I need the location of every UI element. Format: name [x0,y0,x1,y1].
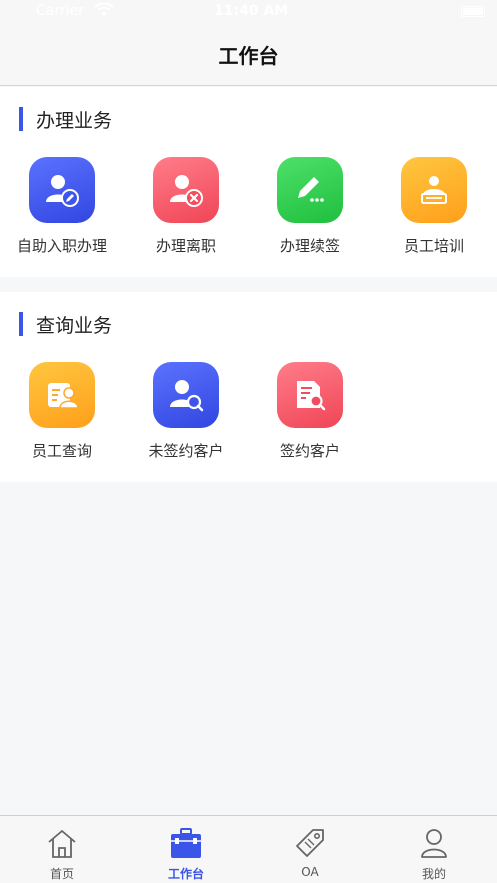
tab-label: OA [301,865,319,879]
wifi-icon [94,3,114,16]
item-label: 办理离职 [155,237,216,255]
person-icon [421,829,447,858]
tab-oa[interactable]: OA [248,816,372,883]
item-self-onboarding[interactable]: 自助入职办理 [0,157,124,256]
tab-workbench[interactable]: 工作台 [124,816,248,883]
navigation-bar: 工作台 [0,24,497,86]
home-icon [48,829,76,858]
training-icon [401,157,467,223]
user-search-icon [153,362,219,428]
tab-bar: 首页 工作台 OA 我的 [0,815,497,883]
item-label: 未签约客户 [148,442,224,460]
document-search-icon [277,362,343,428]
section-accent-bar [19,312,23,336]
section-header: 查询业务 [19,312,113,337]
tab-label: 工作台 [167,867,204,881]
section-title: 办理业务 [36,109,113,132]
carrier-label: Carrier [36,3,84,19]
item-label: 员工查询 [31,442,92,460]
tab-mine[interactable]: 我的 [372,816,496,883]
user-edit-icon [29,157,95,223]
item-label: 员工培训 [403,237,464,255]
briefcase-icon [171,828,201,858]
battery-icon [461,6,485,17]
item-label: 办理续签 [279,237,340,255]
tab-home[interactable]: 首页 [0,816,124,883]
section-header: 办理业务 [19,107,113,132]
status-bar: Carrier 11:40 AM [0,0,497,24]
user-remove-icon [153,157,219,223]
section-accent-bar [19,107,23,131]
item-employee-query[interactable]: 员工查询 [0,362,124,461]
pencil-icon [277,157,343,223]
page-title: 工作台 [218,44,279,68]
item-resignation[interactable]: 办理离职 [124,157,248,256]
tab-label: 首页 [49,867,74,881]
section-handle-business: 办理业务 自助入职办理 办理离职 办理续签 员工培训 [0,87,497,277]
item-signed-customers[interactable]: 签约客户 [248,362,372,461]
clock: 11:40 AM [214,3,289,19]
item-label: 自助入职办理 [16,237,107,255]
tab-label: 我的 [421,867,446,881]
employee-card-icon [29,362,95,428]
item-renewal[interactable]: 办理续签 [248,157,372,256]
tag-icon [296,829,324,857]
section-title: 查询业务 [36,314,113,337]
section-query-business: 查询业务 员工查询 未签约客户 签约客户 [0,292,497,482]
item-training[interactable]: 员工培训 [372,157,496,256]
item-unsigned-customers[interactable]: 未签约客户 [124,362,248,461]
item-label: 签约客户 [279,442,340,460]
